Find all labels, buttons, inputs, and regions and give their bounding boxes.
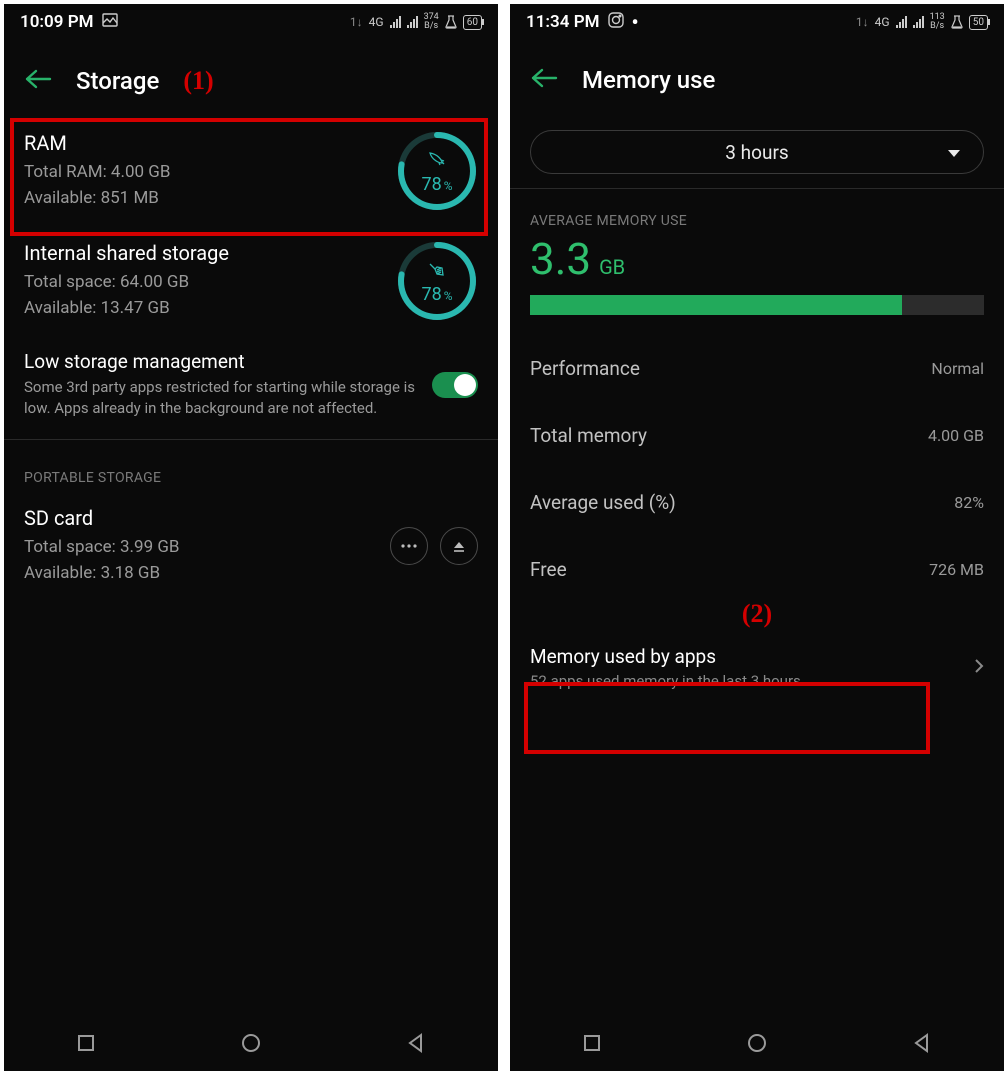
- low-storage-toggle[interactable]: [432, 372, 478, 398]
- avg-memory-label: AVERAGE MEMORY USE: [510, 195, 1004, 233]
- nav-bar: [4, 1019, 498, 1071]
- low-storage-desc: Some 3rd party apps restricted for start…: [24, 377, 420, 419]
- rocket-icon: [427, 148, 447, 172]
- internal-line1: Total space: 64.00 GB: [24, 269, 384, 295]
- performance-row: Performance Normal: [510, 335, 1004, 402]
- page-title: Memory use: [582, 66, 715, 94]
- annotation-1: (1): [183, 66, 213, 96]
- flask-icon: [445, 15, 457, 29]
- instagram-icon: [608, 12, 624, 33]
- sd-line1: Total space: 3.99 GB: [24, 534, 378, 560]
- divider: [510, 188, 1004, 189]
- home-icon[interactable]: [240, 1032, 262, 1058]
- net-type: 4G: [369, 15, 384, 29]
- nav-bar: [510, 1019, 1004, 1071]
- phone-storage: 10:09 PM 1↓ 4G 374 B/s 60 Storage (1): [4, 4, 498, 1071]
- signal-icon: [896, 16, 907, 28]
- back-nav-icon[interactable]: [406, 1033, 426, 1057]
- ram-line2: Available: 851 MB: [24, 185, 384, 211]
- net-arrows-icon: 1↓: [350, 15, 363, 29]
- internal-title: Internal shared storage: [24, 241, 384, 265]
- sd-card-row[interactable]: SD card Total space: 3.99 GB Available: …: [4, 492, 498, 601]
- data-rate: 374 B/s: [424, 13, 439, 31]
- total-memory-row: Total memory 4.00 GB: [510, 402, 1004, 469]
- battery-icon: 50: [969, 15, 988, 30]
- app-bar: Storage (1): [4, 40, 498, 116]
- clock: 11:34 PM: [526, 12, 600, 32]
- back-arrow-icon[interactable]: [530, 67, 558, 93]
- chevron-right-icon: [974, 658, 984, 678]
- page-title: Storage: [76, 67, 159, 95]
- low-storage-row[interactable]: Low storage management Some 3rd party ap…: [4, 336, 498, 433]
- internal-gauge[interactable]: 78%: [396, 240, 478, 322]
- ram-title: RAM: [24, 131, 384, 155]
- avg-memory-value: 3.3 GB: [510, 233, 1004, 295]
- clock: 10:09 PM: [20, 12, 94, 32]
- phone-memory: 11:34 PM • 1↓ 4G 113 B/s 50 Memory use: [510, 4, 1004, 1071]
- apps-title: Memory used by apps: [530, 645, 801, 668]
- internal-line2: Available: 13.47 GB: [24, 295, 384, 321]
- back-nav-icon[interactable]: [912, 1033, 932, 1057]
- net-type: 4G: [875, 15, 890, 29]
- recent-apps-icon[interactable]: [582, 1033, 602, 1057]
- annotation-2: (2): [742, 599, 772, 628]
- time-range-value: 3 hours: [725, 141, 788, 164]
- ram-line1: Total RAM: 4.00 GB: [24, 159, 384, 185]
- sd-title: SD card: [24, 506, 378, 530]
- broom-icon: [427, 258, 447, 282]
- internal-storage-row[interactable]: Internal shared storage Total space: 64.…: [4, 226, 498, 336]
- low-storage-title: Low storage management: [24, 350, 420, 373]
- free-row: Free 726 MB: [510, 536, 1004, 603]
- flask-icon: [951, 15, 963, 29]
- back-arrow-icon[interactable]: [24, 68, 52, 94]
- sd-line2: Available: 3.18 GB: [24, 560, 378, 586]
- app-bar: Memory use: [510, 40, 1004, 114]
- divider: [4, 439, 498, 440]
- time-range-dropdown[interactable]: 3 hours: [530, 130, 984, 174]
- signal-icon-2: [913, 16, 924, 28]
- memory-used-by-apps-row[interactable]: Memory used by apps 52 apps used memory …: [510, 629, 1004, 706]
- dot-icon: •: [632, 17, 639, 27]
- status-bar: 10:09 PM 1↓ 4G 374 B/s 60: [4, 4, 498, 40]
- signal-icon: [390, 16, 401, 28]
- battery-icon: 60: [463, 15, 482, 30]
- picture-icon: [102, 12, 118, 32]
- eject-icon[interactable]: [440, 527, 478, 565]
- ram-row[interactable]: RAM Total RAM: 4.00 GB Available: 851 MB…: [4, 116, 498, 226]
- more-icon[interactable]: [390, 527, 428, 565]
- caret-down-icon: [947, 141, 961, 164]
- portable-storage-label: PORTABLE STORAGE: [4, 446, 498, 492]
- home-icon[interactable]: [746, 1032, 768, 1058]
- net-arrows-icon: 1↓: [856, 15, 869, 29]
- status-bar: 11:34 PM • 1↓ 4G 113 B/s 50: [510, 4, 1004, 40]
- apps-sub: 52 apps used memory in the last 3 hours: [530, 672, 801, 690]
- recent-apps-icon[interactable]: [76, 1033, 96, 1057]
- memory-bar: [530, 295, 984, 315]
- ram-gauge[interactable]: 78%: [396, 130, 478, 212]
- memory-bar-fill: [530, 295, 902, 315]
- signal-icon-2: [407, 16, 418, 28]
- avg-used-row: Average used (%) 82%: [510, 469, 1004, 536]
- data-rate: 113 B/s: [930, 13, 945, 31]
